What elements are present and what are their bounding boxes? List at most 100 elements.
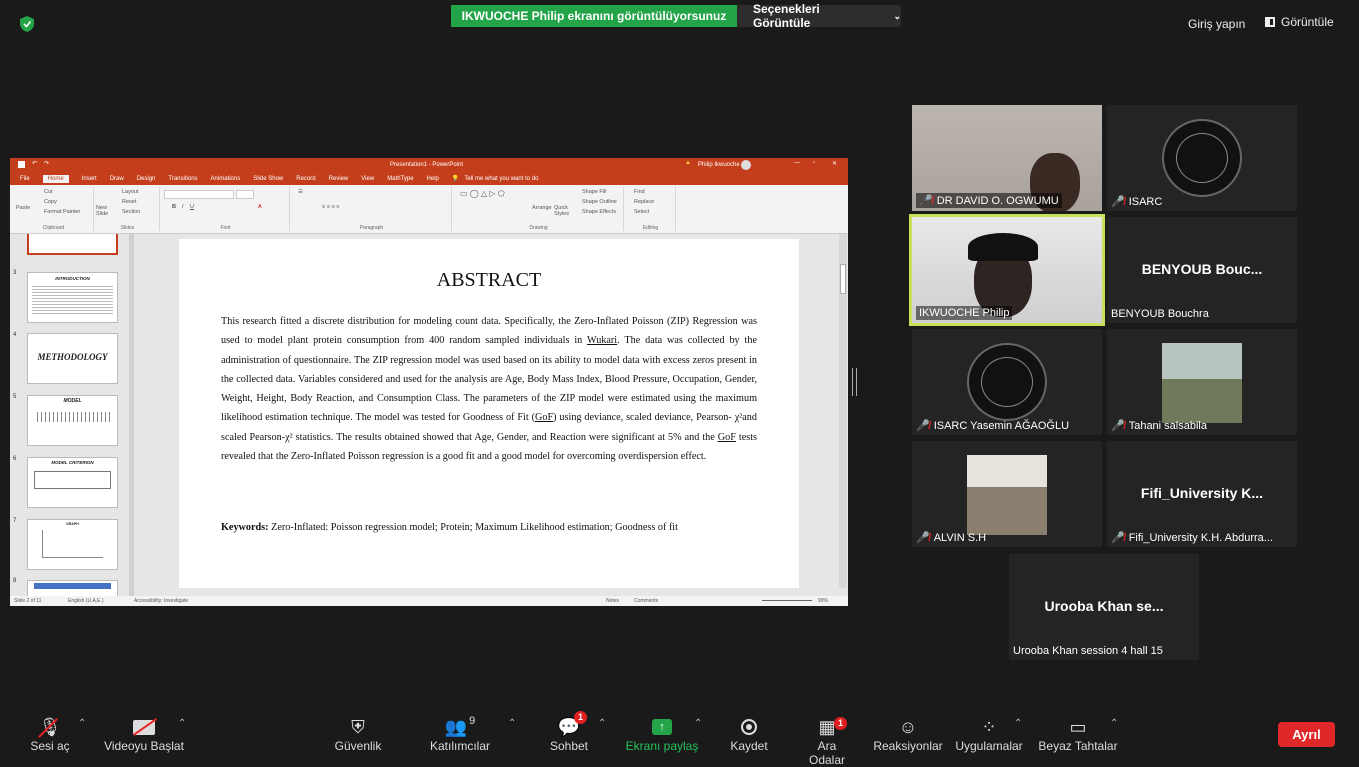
- slide-thumbnail-5[interactable]: MODEL: [27, 395, 118, 446]
- slide-thumbnail-3[interactable]: INTRODUCTION: [27, 272, 118, 323]
- tab-review[interactable]: Review: [329, 176, 349, 182]
- slide-scrollbar[interactable]: [839, 234, 847, 588]
- tab-record[interactable]: Record: [296, 176, 315, 182]
- view-options-button[interactable]: Seçenekleri Görüntüle ⌄: [737, 2, 901, 30]
- zoom-level[interactable]: 99%: [818, 598, 828, 604]
- tab-home[interactable]: Home: [42, 174, 69, 183]
- thumbnail-title: MODEL: [63, 398, 82, 404]
- font-size-box[interactable]: [236, 190, 254, 199]
- current-slide[interactable]: ABSTRACT This research fitted a discrete…: [179, 239, 799, 588]
- start-video-button[interactable]: Videoyu Başlat: [102, 715, 186, 753]
- section-button[interactable]: Section: [122, 209, 140, 215]
- tab-mathtype[interactable]: MathType: [387, 176, 413, 182]
- format-painter-button[interactable]: Format Painter: [44, 209, 80, 215]
- tab-animations[interactable]: Animations: [211, 176, 241, 182]
- tab-file[interactable]: File: [20, 176, 30, 182]
- participant-tile-active-speaker[interactable]: IKWUOCHE Philip: [909, 214, 1105, 326]
- underline-icon[interactable]: U: [190, 204, 194, 210]
- tab-view[interactable]: View: [361, 176, 374, 182]
- shapes-gallery-icon[interactable]: ▭ ◯ △ ▷ ⬠: [460, 189, 505, 198]
- notes-button[interactable]: Notes: [606, 598, 619, 604]
- quick-styles-button[interactable]: Quick Styles: [554, 205, 576, 217]
- participant-tile[interactable]: 🎤̸ Tahani salsabila: [1107, 329, 1297, 435]
- isarc-logo: [1162, 119, 1242, 197]
- slide-number: 3: [13, 270, 17, 276]
- participant-tile[interactable]: BENYOUB Bouc... BENYOUB Bouchra: [1107, 217, 1297, 323]
- bullets-icon[interactable]: ☰: [298, 189, 303, 195]
- leave-button[interactable]: Ayrıl: [1278, 722, 1335, 747]
- chevron-up-icon[interactable]: ⌃: [78, 718, 86, 729]
- record-button[interactable]: Kaydet: [728, 715, 770, 753]
- replace-button[interactable]: Replace: [634, 199, 654, 205]
- breakout-rooms-button[interactable]: ▦ Ara Odalar: [798, 715, 856, 767]
- layout-button[interactable]: Layout: [122, 189, 139, 195]
- font-name-box[interactable]: [164, 190, 234, 199]
- slide-thumbnail-8[interactable]: [27, 580, 118, 596]
- new-slide-button[interactable]: New Slide: [96, 205, 112, 217]
- participant-name: ISARC: [1128, 195, 1163, 208]
- chevron-up-icon[interactable]: ⌃: [694, 718, 702, 729]
- shape-fill-button[interactable]: Shape Fill: [582, 189, 606, 195]
- copy-button[interactable]: Copy: [44, 199, 57, 205]
- tab-insert[interactable]: Insert: [82, 176, 97, 182]
- tab-draw[interactable]: Draw: [110, 176, 124, 182]
- maximize-icon[interactable]: ▫: [813, 160, 815, 166]
- whiteboards-button[interactable]: ▭ Beyaz Tahtalar: [1038, 715, 1118, 754]
- bold-icon[interactable]: B: [172, 204, 176, 210]
- find-button[interactable]: Find: [634, 189, 645, 195]
- reset-button[interactable]: Reset: [122, 199, 136, 205]
- shape-effects-button[interactable]: Shape Effects: [582, 209, 616, 215]
- slide-thumbnail-7[interactable]: GRAPH: [27, 519, 118, 570]
- chevron-up-icon[interactable]: ⌃: [178, 718, 186, 729]
- align-icon[interactable]: ≡ ≡ ≡ ≡: [322, 204, 339, 210]
- cut-button[interactable]: Cut: [44, 189, 53, 195]
- slide-thumbnails-pane[interactable]: 3 INTRODUCTION 4 METHODOLOGY 5 MODEL 6 M…: [10, 234, 134, 596]
- slide-number: 5: [13, 394, 17, 400]
- participants-button[interactable]: 👥 9 Katılımcılar: [428, 715, 492, 753]
- tab-slide-show[interactable]: Slide Show: [253, 176, 283, 182]
- participant-tile[interactable]: 🎤̸ ISARC Yasemin AĞAOĞLU: [912, 329, 1102, 435]
- close-icon[interactable]: ✕: [832, 160, 837, 167]
- tab-transitions[interactable]: Transitions: [168, 176, 197, 182]
- tab-design[interactable]: Design: [137, 176, 156, 182]
- unmute-button[interactable]: 🎙 Sesi aç: [30, 715, 70, 754]
- comments-button[interactable]: Comments: [634, 598, 658, 604]
- chevron-up-icon[interactable]: ⌃: [508, 718, 516, 729]
- participant-tile[interactable]: 🎤̸ ALVIN S.H: [912, 441, 1102, 547]
- participant-tile[interactable]: 🎤̸ DR DAVID O. OGWUMU: [912, 105, 1102, 211]
- shield-icon[interactable]: [20, 16, 34, 32]
- zoom-slider[interactable]: [762, 600, 812, 601]
- slide-thumbnail-2[interactable]: [27, 234, 118, 255]
- chevron-up-icon[interactable]: ⌃: [598, 718, 606, 729]
- participant-tile[interactable]: Fifi_University K... 🎤̸ Fifi_University K…: [1107, 441, 1297, 547]
- chevron-up-icon[interactable]: ⌃: [1014, 718, 1022, 729]
- participant-tile[interactable]: Urooba Khan se... Urooba Khan session 4 …: [1009, 554, 1199, 660]
- chevron-up-icon[interactable]: ⌃: [1110, 718, 1118, 729]
- accessibility-indicator[interactable]: Accessibility: Investigate: [134, 598, 188, 604]
- shared-screen-powerpoint[interactable]: ↶ ↷ Presentation1 - PowerPoint ▲ Philip …: [10, 158, 848, 606]
- language-indicator[interactable]: English (U.A.E.): [68, 598, 104, 604]
- tab-help[interactable]: Help: [427, 176, 439, 182]
- slide-thumbnail-6[interactable]: MODEL CRITERION: [27, 457, 118, 508]
- slide-thumbnail-4[interactable]: METHODOLOGY: [27, 333, 118, 384]
- sign-in-link[interactable]: Giriş yapın: [1188, 17, 1245, 31]
- mic-muted-icon: 🎤̸: [919, 195, 933, 207]
- participant-tile[interactable]: 🎤̸ ISARC: [1107, 105, 1297, 211]
- mic-muted-icon: 🎤̸: [916, 532, 930, 544]
- scrollbar-thumb[interactable]: [840, 264, 846, 294]
- security-button[interactable]: ⛨ Güvenlik: [330, 715, 386, 754]
- mic-muted-icon: 🎤̸: [916, 420, 930, 432]
- slide-editing-area[interactable]: ABSTRACT This research fitted a discrete…: [134, 234, 848, 596]
- splitter-handle[interactable]: [852, 368, 857, 396]
- font-color-icon[interactable]: A: [258, 204, 262, 210]
- minimize-icon[interactable]: —: [794, 160, 800, 166]
- arrange-button[interactable]: Arrange: [532, 205, 552, 211]
- view-button[interactable]: Görüntüle: [1265, 15, 1334, 29]
- share-screen-button[interactable]: ↑ Ekranı paylaş: [624, 715, 700, 753]
- select-button[interactable]: Select: [634, 209, 649, 215]
- tell-me-search[interactable]: Tell me what you want to do: [464, 176, 538, 182]
- italic-icon[interactable]: I: [182, 204, 184, 210]
- reactions-button[interactable]: ☺ Reaksiyonlar: [872, 715, 944, 754]
- shape-outline-button[interactable]: Shape Outline: [582, 199, 617, 205]
- paste-button[interactable]: Paste: [16, 205, 30, 211]
